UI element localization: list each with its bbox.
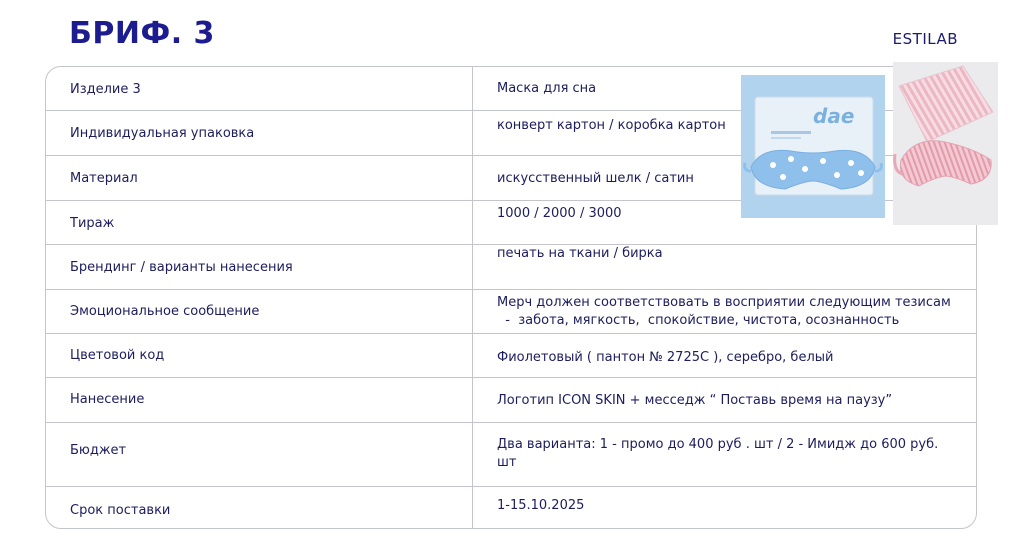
row-label: Срок поставки — [70, 503, 171, 518]
row-label: Изделие 3 — [70, 82, 141, 97]
row-label: Нанесение — [70, 392, 145, 407]
row-value: печать на ткани / бирка — [497, 246, 663, 261]
row-label: Тираж — [70, 216, 115, 231]
row-value: искусственный шелк / сатин — [497, 171, 694, 186]
table-row: Срок поставки 1-15.10.2025 — [46, 487, 976, 529]
row-label: Брендинг / варианты нанесения — [70, 260, 293, 275]
table-row: Эмоциональное сообщение Мерч должен соот… — [46, 290, 976, 334]
table-row: Брендинг / варианты нанесения печать на … — [46, 245, 976, 290]
row-value: 1-15.10.2025 — [497, 498, 585, 513]
row-value-line2: - забота, мягкость, спокойствие, чистота… — [497, 313, 900, 328]
brand-name: ESTILAB — [892, 30, 958, 48]
row-value-line1: Два варианта: 1 - промо до 400 руб . шт … — [497, 437, 939, 452]
row-label: Цветовой код — [70, 348, 165, 363]
row-label: Бюджет — [70, 443, 127, 458]
logo-text: dae — [813, 104, 854, 128]
row-value: конверт картон / коробка картон — [497, 118, 726, 133]
table-row: Нанесение Логотип ICON SKIN + месседж “ … — [46, 378, 976, 423]
pink-striped-sleep-mask-photo — [893, 62, 998, 225]
row-value-line1: Мерч должен соответствовать в восприятии… — [497, 295, 951, 310]
row-label: Материал — [70, 171, 138, 186]
sleep-mask-box-photo: dae — [741, 75, 885, 218]
row-value: Логотип ICON SKIN + месседж “ Поставь вр… — [497, 393, 893, 408]
row-value: 1000 / 2000 / 3000 — [497, 206, 622, 221]
page-title: БРИФ. 3 — [69, 16, 215, 51]
row-value: Фиолетовый ( пантон № 2725C ), серебро, … — [497, 350, 834, 365]
table-row: Бюджет Два варианта: 1 - промо до 400 ру… — [46, 423, 976, 487]
row-value: Маска для сна — [497, 81, 597, 96]
row-label: Эмоциональное сообщение — [70, 304, 260, 319]
table-row: Цветовой код Фиолетовый ( пантон № 2725C… — [46, 334, 976, 378]
row-value-line2: шт — [497, 455, 517, 470]
row-label: Индивидуальная упаковка — [70, 126, 255, 141]
